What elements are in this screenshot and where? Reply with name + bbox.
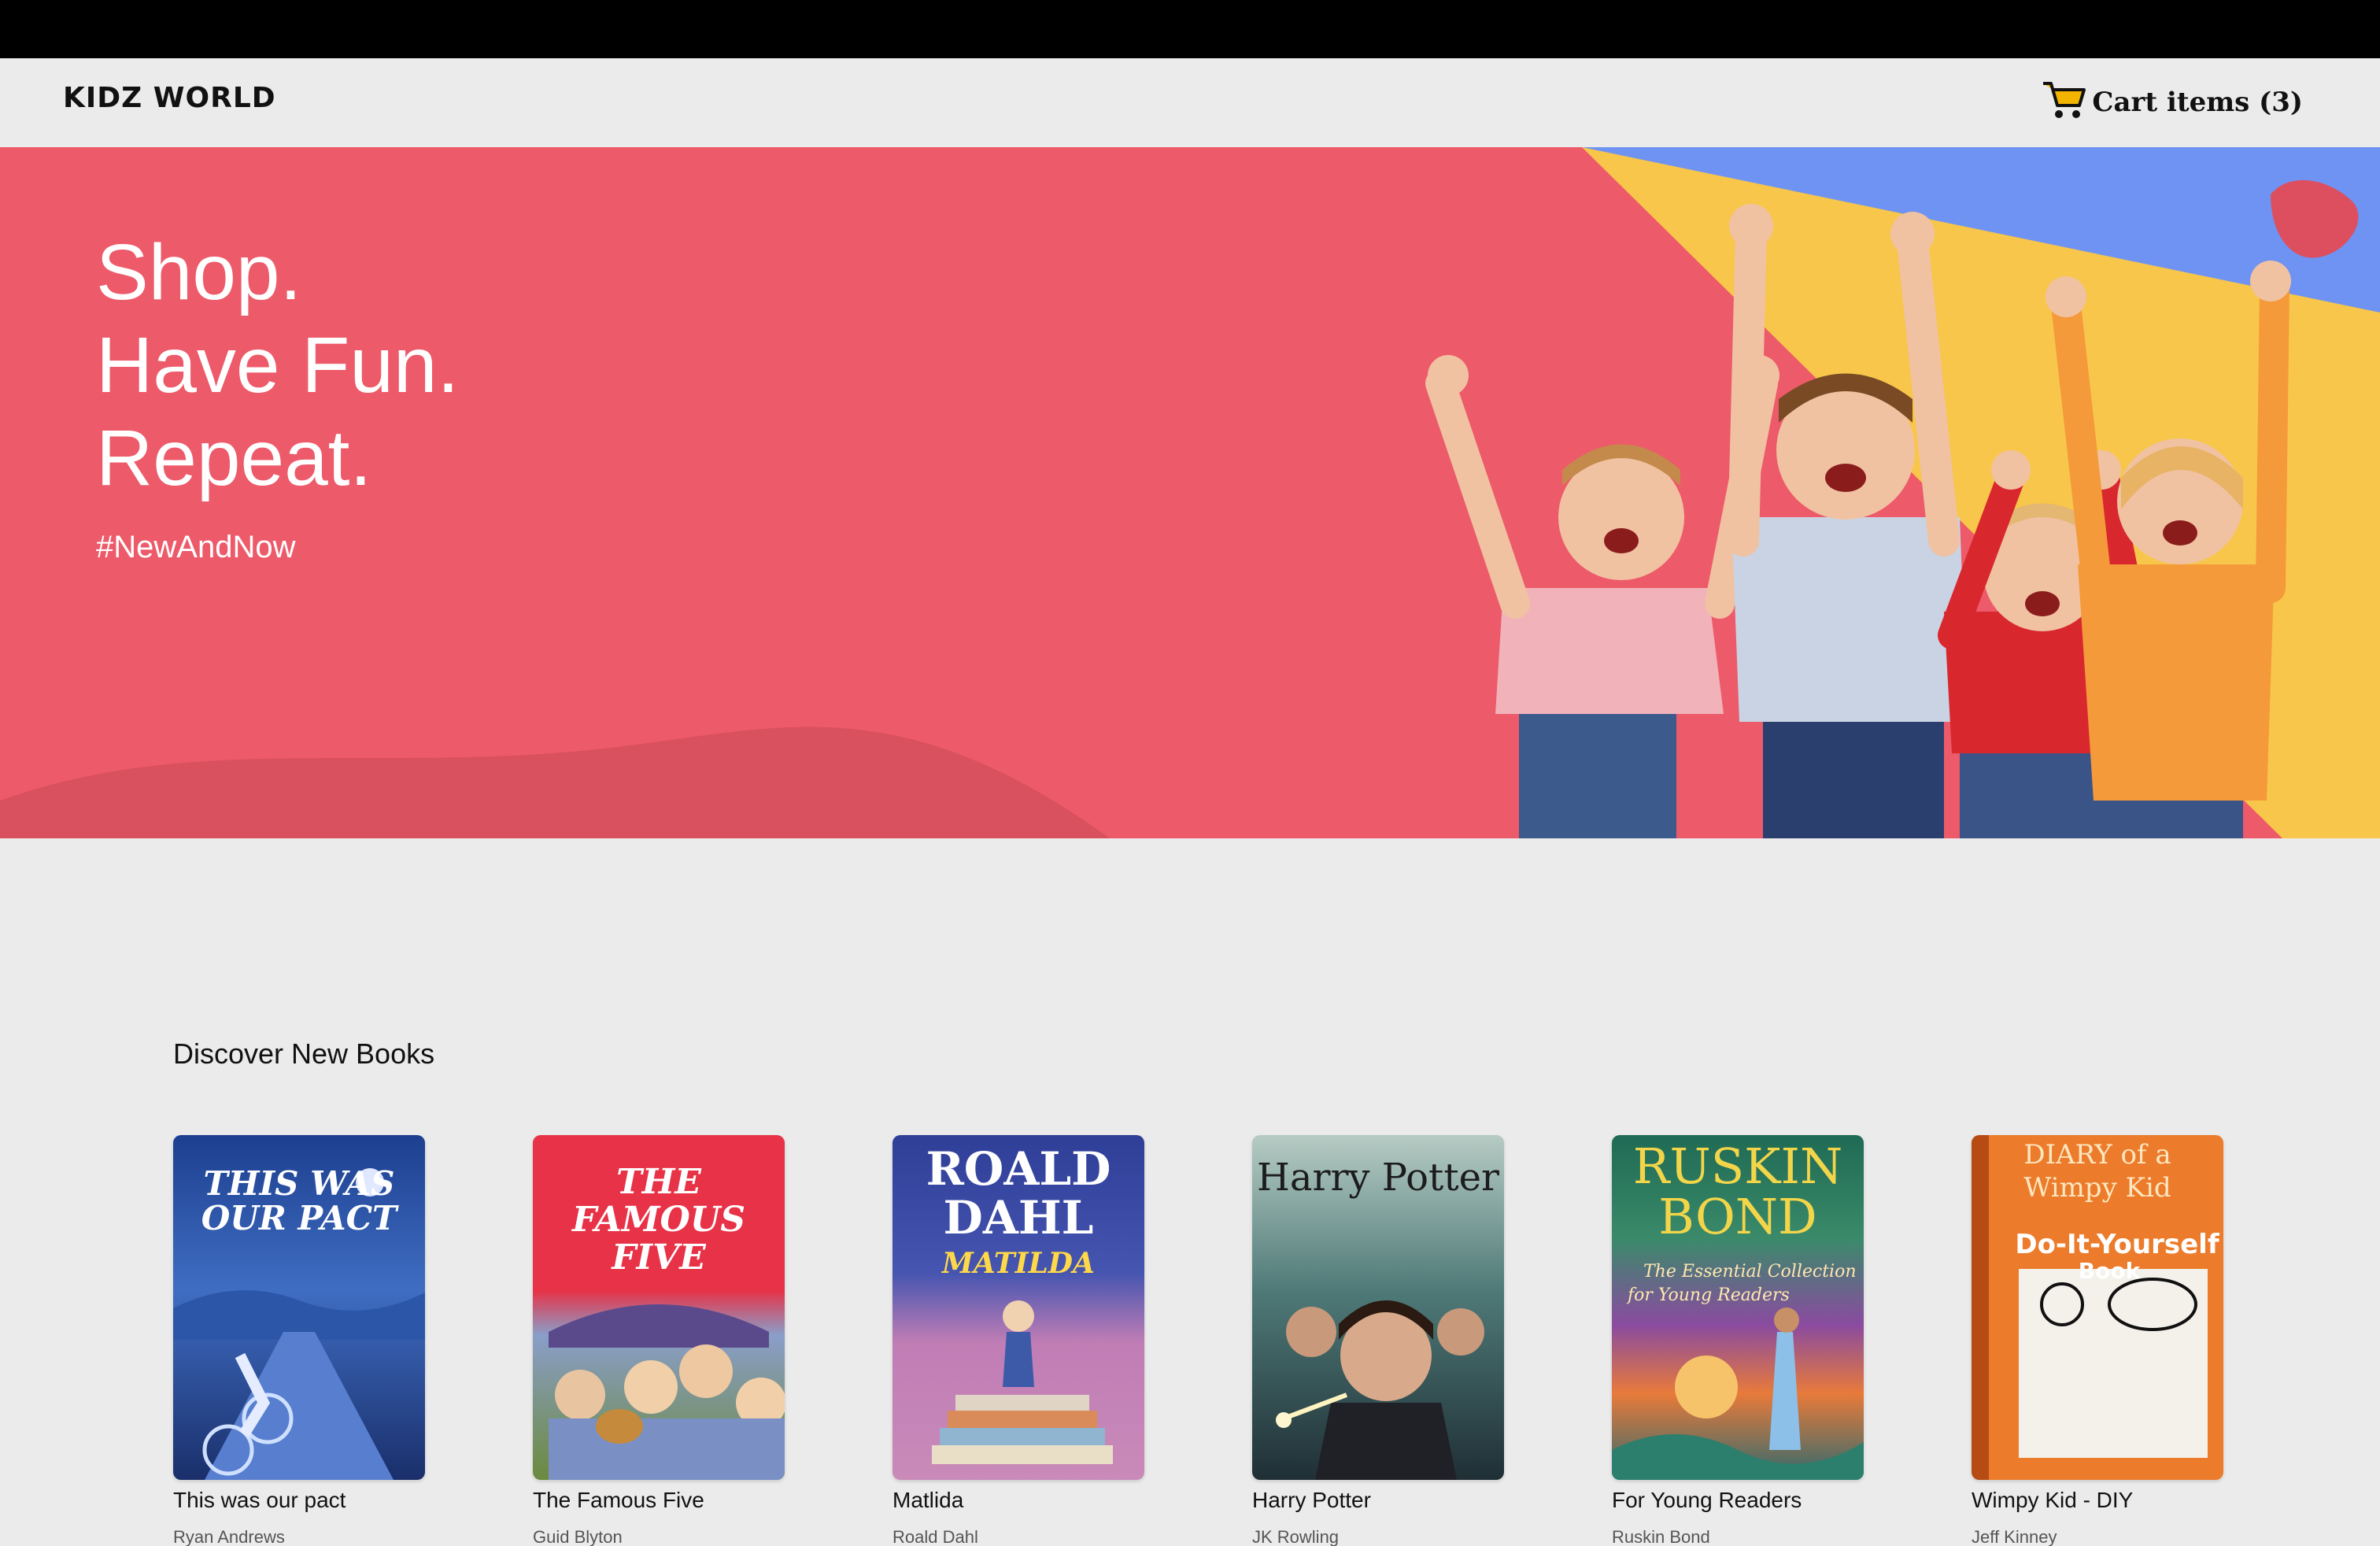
svg-text:Book: Book xyxy=(2079,1258,2142,1284)
cart-button[interactable]: Cart items (3) xyxy=(2042,80,2303,124)
book-title[interactable]: This was our pact xyxy=(173,1488,425,1513)
book-cover-text: Harry Potter xyxy=(1257,1156,1499,1200)
book-cover-text: ROALD DAHL xyxy=(926,1142,1111,1245)
book-cover[interactable]: THE FAMOUS FIVE xyxy=(533,1135,785,1480)
book-list: THIS WAS OUR PACT This was our pact Ryan… xyxy=(173,1135,2227,1546)
book-card[interactable]: THE FAMOUS FIVE The Famous Five Guid Bly… xyxy=(533,1135,785,1546)
shopping-cart-icon xyxy=(2042,80,2087,124)
section-title: Discover New Books xyxy=(173,1037,435,1070)
book-cover-text: THIS WAS OUR PACT xyxy=(201,1164,397,1237)
hero-hashtag: #NewAndNow xyxy=(96,530,296,564)
book-card[interactable]: MATILDA ROALD DAHL Matlida Roald Dahl xyxy=(893,1135,1144,1546)
book-title[interactable]: For Young Readers xyxy=(1612,1488,1864,1513)
book-card[interactable]: Harry Potter Harry Potter JK Rowling xyxy=(1252,1135,1504,1546)
brand-logo[interactable]: KIDZ WORLD xyxy=(63,82,276,114)
book-cover[interactable]: THIS WAS OUR PACT xyxy=(173,1135,425,1480)
book-card[interactable]: THIS WAS OUR PACT This was our pact Ryan… xyxy=(173,1135,425,1546)
book-author: Guid Blyton xyxy=(533,1527,623,1546)
book-cover[interactable]: Do-It-Yourself Book DIARY of a Wimpy Kid xyxy=(1972,1135,2223,1480)
book-author: Ruskin Bond xyxy=(1612,1527,1710,1546)
browser-top-bar xyxy=(0,0,2380,58)
book-author: Ryan Andrews xyxy=(173,1527,285,1546)
svg-text:Do-It-Yourself: Do-It-Yourself xyxy=(2015,1229,2219,1260)
book-cover[interactable]: MATILDA ROALD DAHL xyxy=(893,1135,1144,1480)
hero-line-1: Shop. xyxy=(96,228,302,316)
hero-text: Shop. Have Fun. Repeat. #NewAndNow xyxy=(96,226,459,565)
book-cover-text: THE FAMOUS FIVE xyxy=(572,1162,745,1278)
svg-text:MATILDA: MATILDA xyxy=(941,1247,1095,1280)
svg-text:The Essential Collection: The Essential Collection xyxy=(1643,1262,1857,1282)
hero-line-3: Repeat. xyxy=(96,414,372,502)
book-card[interactable]: Do-It-Yourself Book DIARY of a Wimpy Kid… xyxy=(1972,1135,2223,1546)
book-title[interactable]: The Famous Five xyxy=(533,1488,785,1513)
hero-banner: Shop. Have Fun. Repeat. #NewAndNow xyxy=(0,147,2380,838)
book-cover[interactable]: The Essential Collection for Young Reade… xyxy=(1612,1135,1864,1480)
book-cover-text: RUSKIN BOND xyxy=(1632,1137,1843,1245)
book-author: Jeff Kinney xyxy=(1972,1527,2057,1546)
book-author: Roald Dahl xyxy=(893,1527,978,1546)
book-author: JK Rowling xyxy=(1252,1527,1340,1546)
navbar: KIDZ WORLD Cart items (3) xyxy=(0,58,2380,147)
cart-label: Cart items (3) xyxy=(2092,87,2303,118)
book-title[interactable]: Wimpy Kid - DIY xyxy=(1972,1488,2223,1513)
book-cover[interactable]: Harry Potter xyxy=(1252,1135,1504,1480)
hero-line-2: Have Fun. xyxy=(96,321,460,409)
book-title[interactable]: Harry Potter xyxy=(1252,1488,1504,1513)
svg-text:for Young Readers: for Young Readers xyxy=(1626,1285,1790,1305)
book-cover-text: DIARY of a Wimpy Kid xyxy=(2023,1139,2171,1204)
book-card[interactable]: The Essential Collection for Young Reade… xyxy=(1612,1135,1864,1546)
book-title[interactable]: Matlida xyxy=(893,1488,1144,1513)
